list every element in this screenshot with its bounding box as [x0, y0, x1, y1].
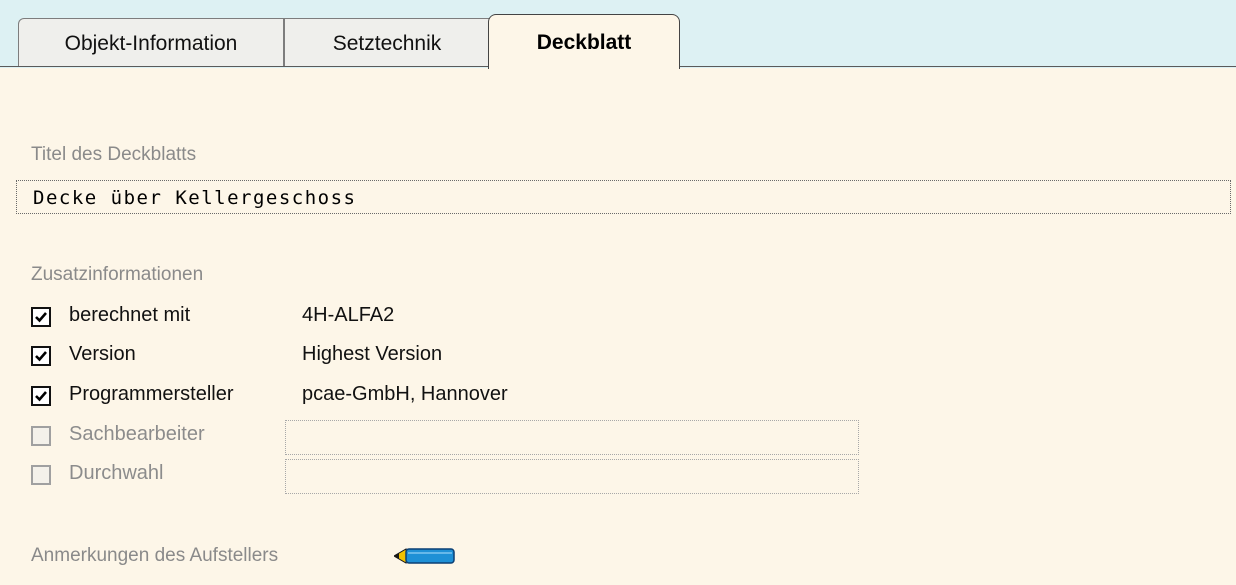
durchwahl-input[interactable] [285, 459, 859, 494]
titel-label: Titel des Deckblatts [31, 144, 197, 165]
programmersteller-value: pcae-GmbH, Hannover [302, 383, 508, 405]
anmerkungen-label: Anmerkungen des Aufstellers [31, 545, 279, 566]
programmersteller-label: Programmersteller [69, 383, 234, 405]
tab-deckblatt[interactable]: Deckblatt [488, 14, 680, 69]
programmersteller-checkbox[interactable] [31, 386, 51, 406]
berechnet-mit-value: 4H-ALFA2 [302, 304, 395, 326]
version-value: Highest Version [302, 343, 443, 365]
tab-objekt-information[interactable]: Objekt-Information [18, 18, 284, 66]
zusatzinformationen-label: Zusatzinformationen [31, 264, 204, 285]
pencil-icon[interactable] [393, 546, 458, 571]
sachbearbeiter-label: Sachbearbeiter [69, 423, 205, 445]
durchwahl-label: Durchwahl [69, 462, 164, 484]
titel-input[interactable]: Decke über Kellergeschoss [16, 180, 1231, 214]
version-checkbox[interactable] [31, 346, 51, 366]
durchwahl-checkbox[interactable] [31, 465, 51, 485]
berechnet-mit-checkbox[interactable] [31, 307, 51, 327]
version-label: Version [69, 343, 136, 365]
tab-setztechnik[interactable]: Setztechnik [284, 18, 490, 66]
sachbearbeiter-input[interactable] [285, 420, 859, 455]
berechnet-mit-label: berechnet mit [69, 304, 191, 326]
sachbearbeiter-checkbox[interactable] [31, 426, 51, 446]
